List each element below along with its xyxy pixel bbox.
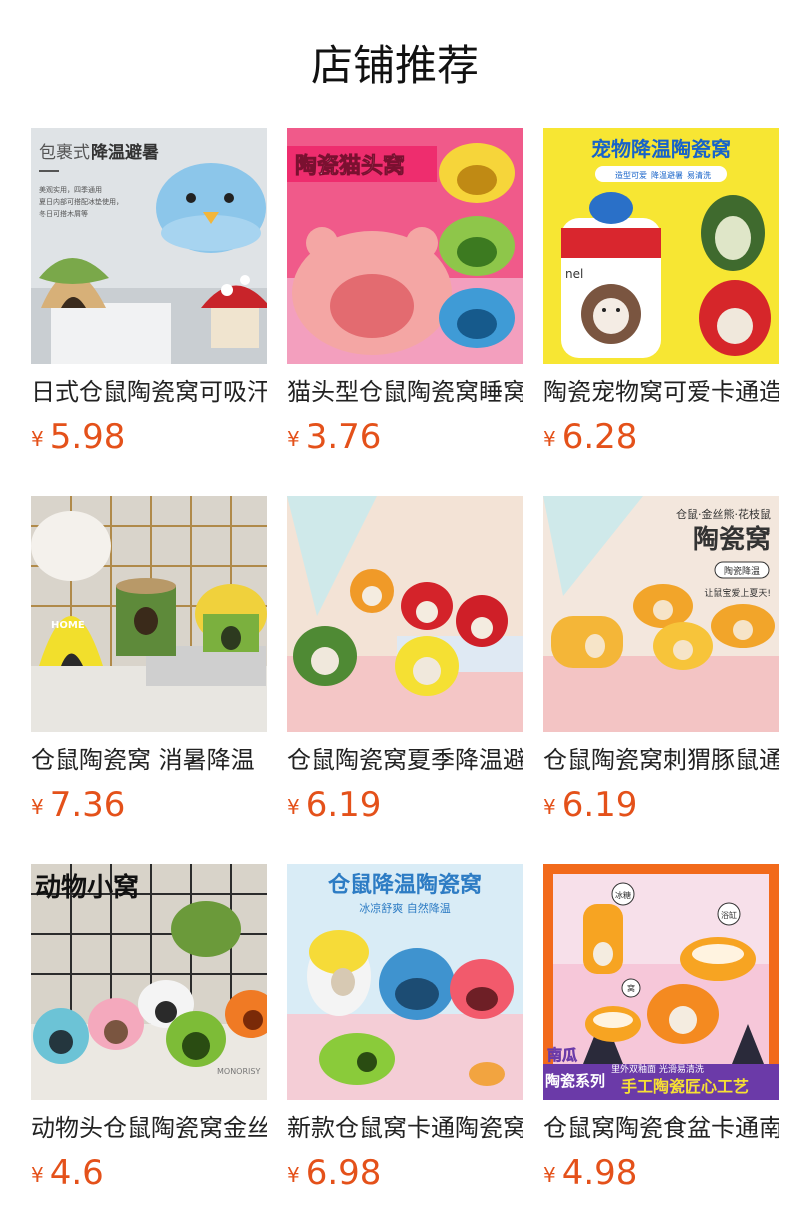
product-price: ¥6.19 [287,783,381,827]
price-value: 3.76 [305,417,382,457]
image-text: 浴缸 [721,910,737,920]
product-name[interactable]: 陶瓷宠物窝可爱卡通造型 [543,375,779,411]
image-text: 仓鼠·金丝熊·花枝鼠 [676,507,771,521]
animal-head-ceramic-nests-icon: 动物小窝 MONORISY [31,864,267,1100]
product-image[interactable]: 陶瓷猫头窝 [287,128,523,364]
image-text: 南瓜 [547,1046,577,1064]
pumpkin-ceramic-nests-icon: 冰糖 浴缸 窝 里外双釉面 光滑易清洗 南瓜 陶瓷系列 手工陶瓷匠心工艺 [543,864,779,1100]
product-name[interactable]: 新款仓鼠窝卡通陶瓷窝 [287,1111,523,1147]
product-price: ¥7.36 [31,783,125,827]
currency-symbol: ¥ [287,795,300,819]
image-text: 降温避暑 [91,142,159,163]
product-price: ¥4.6 [31,1151,104,1195]
image-text: HOME [51,620,85,631]
product-image[interactable]: 仓鼠·金丝熊·花枝鼠 陶瓷窝 陶瓷降温 让鼠宝爱上夏天! [543,496,779,732]
image-text: 易清洗 [687,170,711,180]
product-name[interactable]: 日式仓鼠陶瓷窝可吸汗 [31,375,267,411]
product-image[interactable]: 仓鼠降温陶瓷窝 冰凉舒爽 自然降温 [287,864,523,1100]
cat-head-ceramic-nests-icon: 陶瓷猫头窝 [287,128,523,364]
price-value: 4.6 [49,1153,104,1193]
product-name[interactable]: 猫头型仓鼠陶瓷窝睡窝 [287,375,523,411]
image-text: MONORISY [217,1067,260,1076]
image-text: 里外双釉面 光滑易清洗 [611,1063,704,1075]
image-text: 手工陶瓷匠心工艺 [621,1077,749,1096]
product-image[interactable]: 动物小窝 MONORISY [31,864,267,1100]
image-text: nel [565,267,583,281]
image-text: 宠物降温陶瓷窝 [591,137,731,161]
currency-symbol: ¥ [31,795,44,819]
page-title: 店铺推荐 [310,41,479,90]
product-image[interactable]: HOME [31,496,267,732]
product-price: ¥5.98 [31,415,125,459]
currency-symbol: ¥ [543,1163,556,1187]
image-text: 冰糖 [615,890,631,900]
image-text: 冬日可搭木屑等 [39,209,88,218]
image-text: 夏日内部可搭配冰垫使用， [39,197,123,206]
product-price: ¥6.98 [287,1151,381,1195]
price-value: 6.98 [305,1153,382,1193]
product-name[interactable]: 仓鼠陶瓷窝 消暑降温 [31,743,267,779]
image-text: 窝 [627,983,635,993]
product-name[interactable]: 仓鼠窝陶瓷食盆卡通南瓜 [543,1111,779,1147]
price-value: 6.19 [305,785,382,825]
price-value: 5.98 [49,417,126,457]
image-text: 陶瓷猫头窝 [295,153,405,179]
product-price: ¥4.98 [543,1151,637,1195]
image-text: 造型可爱 [615,170,647,180]
product-name[interactable]: 动物头仓鼠陶瓷窝金丝熊 [31,1111,267,1147]
product-price: ¥3.76 [287,415,381,459]
price-value: 4.98 [561,1153,638,1193]
image-text: 包裹式 [39,143,90,163]
image-text: 让鼠宝爱上夏天! [704,587,771,599]
product-image[interactable]: 宠物降温陶瓷窝 造型可爱 降温避暑 易清洗 nel [543,128,779,364]
currency-symbol: ¥ [543,427,556,451]
product-name[interactable]: 仓鼠陶瓷窝刺猬豚鼠通用 [543,743,779,779]
shark-egg-monster-nests-icon: 仓鼠降温陶瓷窝 冰凉舒爽 自然降温 [287,864,523,1100]
currency-symbol: ¥ [287,427,300,451]
image-text: 降温避暑 [651,170,683,180]
product-image[interactable]: 包裹式 降温避暑 美观实用，四季通用 夏日内部可搭配冰垫使用， 冬日可搭木屑等 [31,128,267,364]
currency-symbol: ¥ [31,427,44,451]
currency-symbol: ¥ [287,1163,300,1187]
price-value: 7.36 [49,785,126,825]
price-value: 6.28 [561,417,638,457]
bread-ceramic-nests-icon: 仓鼠·金丝熊·花枝鼠 陶瓷窝 陶瓷降温 让鼠宝爱上夏天! [543,496,779,732]
product-name[interactable]: 仓鼠陶瓷窝夏季降温避暑 [287,743,523,779]
product-image[interactable]: 冰糖 浴缸 窝 里外双釉面 光滑易清洗 南瓜 陶瓷系列 手工陶瓷匠心工艺 [543,864,779,1100]
image-text: 陶瓷窝 [693,524,771,555]
fruit-ceramic-nests-icon [287,496,523,732]
product-price: ¥6.19 [543,783,637,827]
image-text: 陶瓷系列 [545,1072,605,1090]
image-text: 冰凉舒爽 自然降温 [359,901,451,915]
image-text: 陶瓷降温 [724,565,760,577]
product-image[interactable] [287,496,523,732]
bottle-fruit-ceramic-nests-icon: 宠物降温陶瓷窝 造型可爱 降温避暑 易清洗 nel [543,128,779,364]
image-text: 仓鼠降温陶瓷窝 [327,872,482,898]
price-value: 6.19 [561,785,638,825]
currency-symbol: ¥ [31,1163,44,1187]
beehive-stump-mushroom-nests-icon: HOME [31,496,267,732]
penguin-mushroom-ceramic-nests-icon: 包裹式 降温避暑 美观实用，四季通用 夏日内部可搭配冰垫使用， 冬日可搭木屑等 [31,128,267,364]
image-text: 动物小窝 [35,872,139,903]
product-price: ¥6.28 [543,415,637,459]
image-text: 美观实用，四季通用 [39,185,102,194]
currency-symbol: ¥ [543,795,556,819]
